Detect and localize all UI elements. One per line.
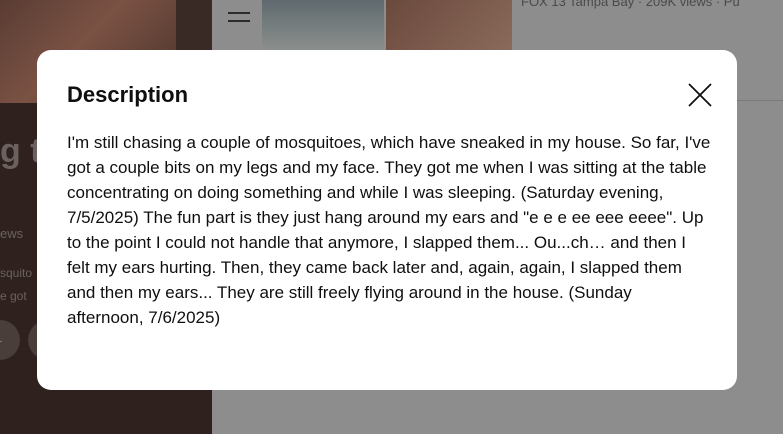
related-video-meta: FOX 13 Tampa Bay · 209K views · Pu [521,0,740,9]
divider [737,100,783,101]
menu-icon[interactable] [228,12,250,24]
close-button[interactable] [685,80,715,110]
background-view-count: ews [0,226,24,241]
description-dialog: Description I'm still chasing a couple o… [37,50,737,390]
background-action-button[interactable]: - [0,320,20,360]
thumbnail-image [386,0,512,50]
background-description: squito e got [0,262,32,308]
background-video-title: g t [0,132,42,170]
description-text: I'm still chasing a couple of mosquitoes… [67,133,711,327]
dialog-title: Description [67,82,189,107]
background-description-line: squito [0,266,33,280]
related-video-thumbnail[interactable] [262,0,512,50]
background-description-line: e got [0,289,27,303]
close-icon [688,83,712,107]
thumbnail-image [262,0,384,50]
